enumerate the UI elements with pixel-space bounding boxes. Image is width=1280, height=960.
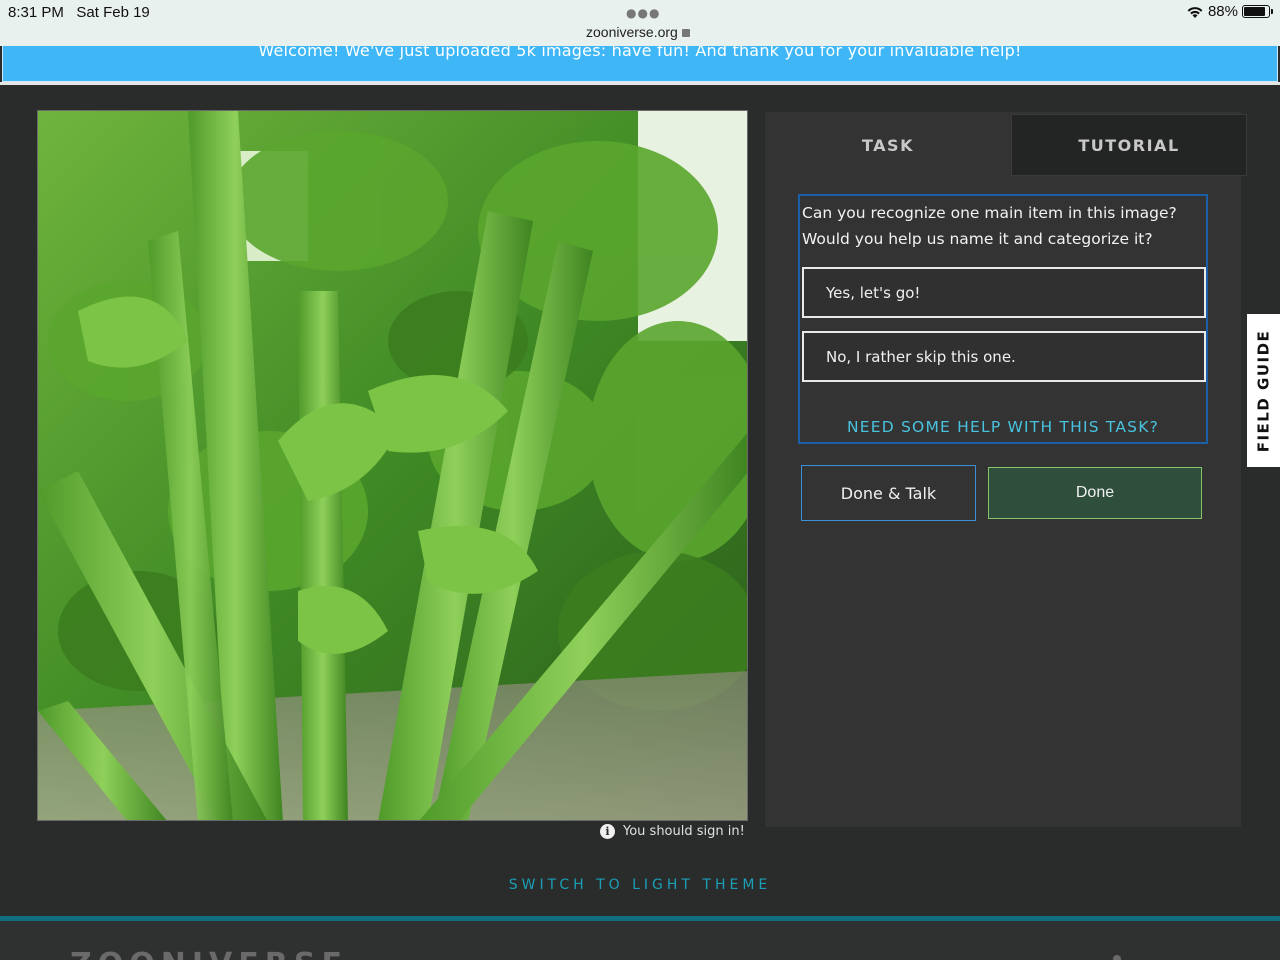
zooniverse-logo[interactable]: ZOONIVERSE (70, 947, 348, 960)
footer-icon (1113, 955, 1121, 960)
banner-text: Welcome! We've just uploaded 5k images: … (258, 46, 1022, 60)
done-and-talk-button[interactable]: Done & Talk (801, 465, 976, 521)
celery-photo (38, 111, 747, 820)
footer: ZOONIVERSE (0, 921, 1280, 960)
clock-date: Sat Feb 19 (76, 4, 150, 21)
lock-icon (681, 29, 690, 37)
task-panel: TASK TUTORIAL Can you recognize one main… (765, 112, 1247, 827)
done-button[interactable]: Done (988, 467, 1202, 519)
task-question: Can you recognize one main item in this … (802, 200, 1202, 252)
question-line-1: Can you recognize one main item in this … (802, 204, 1177, 222)
switch-theme-link[interactable]: SWITCH TO LIGHT THEME (0, 877, 1280, 893)
question-box: Can you recognize one main item in this … (798, 194, 1208, 444)
more-dots-icon[interactable]: ●●● (626, 6, 660, 20)
announcement-banner: Welcome! We've just uploaded 5k images: … (2, 46, 1278, 82)
status-time: 8:31 PM Sat Feb 19 (8, 4, 150, 21)
battery-icon (1242, 5, 1273, 18)
url-text: zooniverse.org (586, 24, 678, 40)
subject-image[interactable] (37, 110, 748, 821)
signin-text: You should sign in! (623, 824, 745, 839)
battery-percent: 88% (1207, 3, 1238, 20)
banner-divider (0, 82, 1280, 85)
address-bar[interactable]: zooniverse.org (586, 24, 690, 40)
answer-skip-button[interactable]: No, I rather skip this one. (802, 331, 1206, 382)
wifi-icon (1187, 6, 1203, 18)
field-guide-tab[interactable]: FIELD GUIDE (1247, 314, 1280, 467)
answer-yes-button[interactable]: Yes, let's go! (802, 267, 1206, 318)
status-indicators: 88% (1186, 3, 1273, 20)
info-icon: i (600, 824, 615, 839)
clock-time: 8:31 PM (8, 4, 64, 21)
signin-notice: i You should sign in! (600, 824, 745, 839)
tab-task[interactable]: TASK (765, 114, 1011, 176)
question-line-2: Would you help us name it and categorize… (802, 230, 1153, 248)
status-bar: 8:31 PM Sat Feb 19 ●●● zooniverse.org 88… (0, 0, 1280, 46)
field-guide-label: FIELD GUIDE (1254, 329, 1273, 452)
task-help-link[interactable]: NEED SOME HELP WITH THIS TASK? (800, 418, 1206, 436)
tab-tutorial[interactable]: TUTORIAL (1011, 114, 1247, 176)
